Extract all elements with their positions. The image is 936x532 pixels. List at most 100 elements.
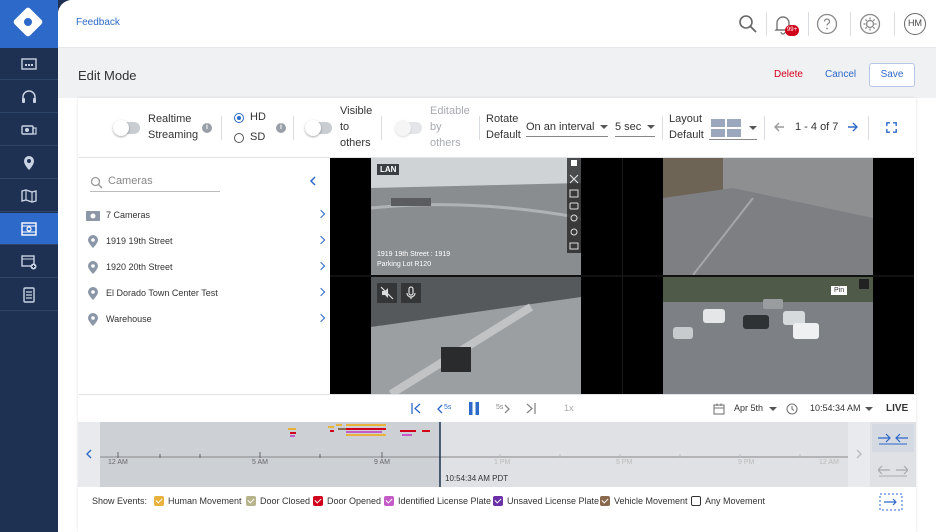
feedback-link[interactable]: Feedback xyxy=(76,17,120,28)
checkbox[interactable] xyxy=(246,496,256,506)
hd-radio[interactable] xyxy=(234,113,244,123)
sidebar-item-reports[interactable] xyxy=(0,279,58,311)
pin-icon[interactable] xyxy=(859,279,869,289)
logo[interactable] xyxy=(0,0,58,48)
zoom-out-timeline-button[interactable] xyxy=(872,456,914,484)
timeline-prev-button[interactable] xyxy=(78,422,100,487)
delete-button[interactable]: Delete xyxy=(774,69,803,80)
arrow-right-icon[interactable] xyxy=(847,121,859,133)
tick-label: 12 AM xyxy=(819,459,839,466)
checkbox[interactable] xyxy=(313,496,323,506)
event-filter-door-opened[interactable]: Door Opened xyxy=(313,496,381,506)
sidebar-item-support[interactable] xyxy=(0,81,58,113)
microphone-button[interactable] xyxy=(401,283,421,303)
checkbox[interactable] xyxy=(600,496,610,506)
save-button[interactable]: Save xyxy=(869,63,915,87)
timeline-next-button[interactable] xyxy=(848,422,870,487)
visible-to-others-toggle[interactable] xyxy=(305,120,332,136)
pager-label: 1 - 4 of 7 xyxy=(795,121,839,133)
logo-icon xyxy=(12,6,44,38)
playback-time[interactable]: 10:54:34 AM xyxy=(810,403,861,413)
info-icon[interactable]: i xyxy=(202,123,212,133)
camera-tile-3[interactable] xyxy=(371,277,581,394)
sidebar-item-devices[interactable] xyxy=(0,114,58,146)
list-item[interactable]: 1919 19th Street xyxy=(78,229,330,255)
checkbox[interactable] xyxy=(493,496,503,506)
chevron-down-icon xyxy=(749,126,757,130)
rewind-icon[interactable] xyxy=(437,404,443,414)
tick-label: 12 AM xyxy=(108,459,128,466)
camera-tile-1[interactable]: LAN 1919 19th Street : 1919 Parking Lot … xyxy=(371,158,581,275)
others-label: others xyxy=(340,137,371,149)
realtime-streaming-toggle[interactable] xyxy=(113,120,140,136)
speaker-muted-icon xyxy=(380,286,394,300)
mute-button[interactable] xyxy=(377,283,397,303)
fullscreen-icon[interactable] xyxy=(886,122,897,133)
back-5s-label[interactable]: 5s xyxy=(444,404,451,411)
event-filter-human-movement[interactable]: Human Movement xyxy=(154,496,242,506)
rotate-seconds-select[interactable]: 5 sec xyxy=(615,119,655,137)
sidebar-item-new-wall[interactable] xyxy=(0,246,58,278)
sd-radio[interactable] xyxy=(234,133,244,143)
event-filter-door-closed[interactable]: Door Closed xyxy=(246,496,310,506)
checkbox[interactable] xyxy=(691,496,701,506)
cancel-button[interactable]: Cancel xyxy=(825,69,856,80)
camera-tile-2[interactable] xyxy=(663,158,873,275)
list-item[interactable]: 1920 20th Street xyxy=(78,255,330,281)
info-icon[interactable]: i xyxy=(276,123,286,133)
video-wall-icon xyxy=(21,221,37,236)
clock-icon[interactable] xyxy=(786,403,798,415)
expand-arrows-icon xyxy=(878,465,908,477)
editable-by-others-toggle[interactable] xyxy=(395,120,422,136)
list-item[interactable]: El Dorado Town Center Test xyxy=(78,281,330,307)
forward-icon[interactable] xyxy=(504,404,510,414)
help-icon[interactable] xyxy=(815,12,839,36)
search-icon[interactable] xyxy=(736,12,760,36)
event-filter-unsaved-license-plate[interactable]: Unsaved License Plate xyxy=(493,496,599,506)
grid-layout-icon xyxy=(711,119,741,137)
live-button[interactable]: LIVE xyxy=(886,403,908,414)
list-item[interactable]: 7 Cameras xyxy=(78,203,330,229)
chevron-down-icon xyxy=(647,125,655,129)
event-filter-vehicle-movement[interactable]: Vehicle Movement xyxy=(600,496,688,506)
playback-date[interactable]: Apr 5th xyxy=(734,403,763,413)
skip-end-icon[interactable] xyxy=(526,403,536,414)
main-panel: Feedback 99+ HM Edit Mode Delete Cancel … xyxy=(58,0,936,532)
list-item-label: El Dorado Town Center Test xyxy=(106,288,218,298)
event-filter-identified-license-plate[interactable]: Identified License Plate xyxy=(384,496,491,506)
settings-gear-icon[interactable] xyxy=(858,12,882,36)
sidebar-item-map[interactable] xyxy=(0,180,58,212)
sidebar-item-video-walls[interactable] xyxy=(0,213,58,245)
clip-export-icon[interactable] xyxy=(879,493,903,511)
list-item[interactable]: Warehouse xyxy=(78,307,330,333)
event-filter-any-movement[interactable]: Any Movement xyxy=(691,496,765,506)
to-label: to xyxy=(340,121,350,133)
zoom-in-timeline-button[interactable] xyxy=(872,424,914,452)
sidebar-item-dashboard[interactable] xyxy=(0,48,58,80)
camera-caption: 1919 19th Street : 1919 xyxy=(377,251,451,258)
chevron-left-icon[interactable] xyxy=(308,176,318,186)
checkbox[interactable] xyxy=(154,496,164,506)
camera-search-input[interactable] xyxy=(108,175,218,187)
realtime-label: Realtime xyxy=(148,113,192,125)
arrow-left-icon[interactable] xyxy=(773,121,785,133)
user-avatar[interactable]: HM xyxy=(904,13,926,35)
rotate-interval-select[interactable]: On an interval xyxy=(526,119,608,137)
tile-controls-icon[interactable] xyxy=(567,158,581,253)
chevron-down-icon[interactable] xyxy=(865,407,873,411)
playback-speed[interactable]: 1x xyxy=(564,403,574,413)
sidebar-item-locations[interactable] xyxy=(0,147,58,179)
calendar-icon[interactable] xyxy=(713,403,725,415)
tick-label: 5 AM xyxy=(252,459,268,466)
chevron-down-icon[interactable] xyxy=(769,407,777,411)
layout-select[interactable] xyxy=(709,118,757,140)
divider xyxy=(479,116,480,140)
timeline[interactable]: 12 AM 5 AM 9 AM 1 PM 5 PM 9 PM 12 AM 10:… xyxy=(78,422,916,487)
pause-icon[interactable] xyxy=(468,402,480,415)
forward-5s-label[interactable]: 5s xyxy=(496,404,503,411)
checkbox[interactable] xyxy=(384,496,394,506)
camera-tile-4[interactable]: Pin xyxy=(663,277,873,394)
event-filter-label: Vehicle Movement xyxy=(614,496,688,506)
sidebar xyxy=(0,0,58,532)
skip-start-icon[interactable] xyxy=(411,403,421,414)
